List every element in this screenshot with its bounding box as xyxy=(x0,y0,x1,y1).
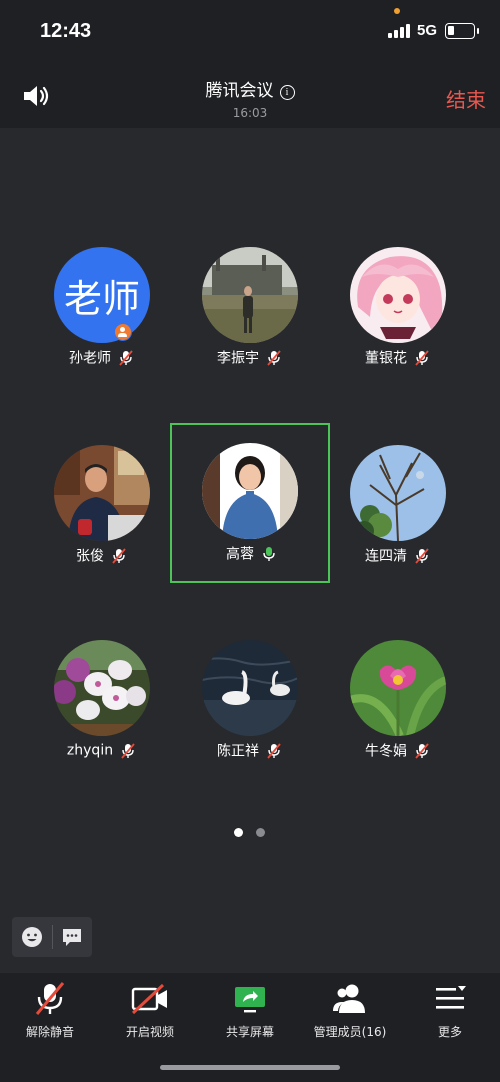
avatar-initials: 老师 xyxy=(63,276,140,321)
mic-muted-icon xyxy=(267,742,281,759)
meeting-title-text: 腾讯会议 xyxy=(205,81,274,101)
participant-tile[interactable]: 牛冬娟 xyxy=(318,618,478,778)
participant-name: 牛冬娟 xyxy=(365,743,407,760)
mic-muted-icon xyxy=(415,547,429,564)
manage-members-label: 管理成员(16) xyxy=(313,1025,387,1039)
avatar xyxy=(202,443,298,539)
mic-muted-icon xyxy=(415,349,429,366)
mic-muted-icon xyxy=(415,742,429,759)
participant-name: 李振宇 xyxy=(217,350,259,367)
meeting-header: 腾讯会议 i 16:03 结束 xyxy=(0,62,500,128)
participant-tile-active-speaker[interactable]: 高蓉 xyxy=(170,423,330,583)
status-time: 12:43 xyxy=(40,20,92,42)
network-type: 5G xyxy=(417,22,438,39)
end-meeting-button[interactable]: 结束 xyxy=(446,84,486,113)
participant-tile[interactable]: 连四清 xyxy=(318,423,478,583)
mic-muted-icon xyxy=(35,982,65,1015)
avatar xyxy=(202,640,298,736)
home-indicator[interactable] xyxy=(160,1065,340,1070)
info-icon[interactable]: i xyxy=(279,85,295,100)
battery-icon xyxy=(445,23,479,39)
share-screen-label: 共享屏幕 xyxy=(225,1025,274,1039)
participant-tile[interactable]: 老师 孙老师 xyxy=(22,225,182,385)
reaction-chat-box xyxy=(12,917,92,957)
privacy-indicator-dot xyxy=(394,8,400,14)
meeting-title[interactable]: 腾讯会议 i xyxy=(0,76,500,101)
mic-muted-icon xyxy=(112,547,126,564)
participant-tile[interactable]: 陈正祥 xyxy=(170,618,330,778)
more-icon xyxy=(436,986,466,1009)
emoji-icon[interactable] xyxy=(20,925,44,949)
mic-muted-icon xyxy=(121,742,135,759)
avatar xyxy=(54,640,150,736)
video-off-icon xyxy=(131,983,167,1015)
participant-tile[interactable]: 李振宇 xyxy=(170,225,330,385)
more-button[interactable]: 更多 xyxy=(400,981,500,1043)
avatar xyxy=(54,445,150,541)
avatar: 老师 xyxy=(54,247,150,343)
participant-name: 陈正祥 xyxy=(217,743,259,760)
participant-tile[interactable]: 张俊 xyxy=(22,423,182,583)
more-label: 更多 xyxy=(437,1025,462,1039)
manage-members-button[interactable]: 管理成员(16) xyxy=(300,981,400,1043)
status-bar: 12:43 5G xyxy=(0,0,500,62)
start-video-label: 开启视频 xyxy=(125,1025,174,1039)
page-indicator[interactable] xyxy=(234,828,274,838)
participant-name: 孙老师 xyxy=(69,350,111,367)
share-screen-button[interactable]: 共享屏幕 xyxy=(200,981,300,1043)
participant-name: 高蓉 xyxy=(226,546,254,563)
signal-icon xyxy=(388,24,412,38)
page-dot-current[interactable] xyxy=(234,828,243,837)
participant-grid: 老师 孙老师 李振宇 董银花 张俊 高蓉 连四清 zhyqin 陈正祥 牛冬娟 xyxy=(0,128,500,973)
participant-name: zhyqin xyxy=(66,742,114,759)
avatar xyxy=(202,247,298,343)
unmute-label: 解除静音 xyxy=(25,1025,74,1039)
page-dot[interactable] xyxy=(256,828,265,837)
mic-muted-icon xyxy=(267,349,281,366)
participant-name: 连四清 xyxy=(365,548,407,565)
mic-muted-icon xyxy=(119,349,133,366)
avatar xyxy=(350,445,446,541)
meeting-toolbar: 解除静音 开启视频 共享屏幕 管理成员(16) 更多 xyxy=(0,973,500,1082)
unmute-button[interactable]: 解除静音 xyxy=(0,981,100,1043)
mic-active-icon xyxy=(263,546,275,561)
avatar xyxy=(350,640,446,736)
divider xyxy=(52,925,53,949)
participant-name: 张俊 xyxy=(76,548,104,565)
host-badge-icon xyxy=(114,323,132,341)
participant-name: 董银花 xyxy=(365,350,407,367)
share-screen-icon xyxy=(235,987,265,1013)
members-icon xyxy=(333,984,365,1013)
participant-tile[interactable]: 董银花 xyxy=(318,225,478,385)
participant-tile[interactable]: zhyqin xyxy=(22,618,182,778)
start-video-button[interactable]: 开启视频 xyxy=(100,981,200,1043)
chat-icon[interactable] xyxy=(60,925,84,949)
meeting-timer: 16:03 xyxy=(232,106,268,120)
avatar xyxy=(350,247,446,343)
